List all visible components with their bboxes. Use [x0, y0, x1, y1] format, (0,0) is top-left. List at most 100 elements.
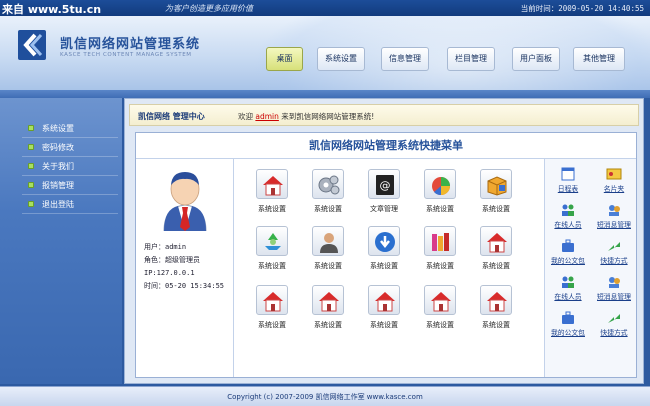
people-icon: [560, 275, 576, 289]
tile-label: 系统设置: [258, 321, 286, 329]
books-icon: [424, 226, 456, 256]
shortcut-tile[interactable]: 系统设置: [300, 285, 356, 337]
shortcut-tile[interactable]: 系统设置: [300, 226, 356, 278]
quick-link[interactable]: 快捷方式: [591, 239, 637, 275]
shortcut-tile[interactable]: 系统设置: [244, 226, 300, 278]
quick-link-label: 快捷方式: [600, 257, 628, 265]
house-icon: [480, 285, 512, 315]
shortcut-tile[interactable]: 系统设置: [300, 169, 356, 221]
welcome-prefix: 欢迎: [238, 112, 253, 121]
username-link[interactable]: admin: [255, 112, 279, 121]
quick-link[interactable]: 在线人员: [545, 203, 591, 239]
user-info: 用户：admin 角色：超级管理员 IP:127.0.0.1 时间：05-20 …: [144, 241, 224, 293]
tile-label: 系统设置: [482, 262, 510, 270]
tile-label: 系统设置: [258, 262, 286, 270]
tile-label: 系统设置: [426, 205, 454, 213]
app-title: 凯信网络网站管理系统: [60, 37, 201, 52]
footer: Copyright (c) 2007-2009 凯信网络工作室 www.kasc…: [0, 386, 650, 406]
nav-user-panel[interactable]: 用户面板: [512, 47, 560, 71]
house-icon: [312, 285, 344, 315]
card-icon: [606, 167, 622, 181]
sidebar-item-about-us[interactable]: 关于我们: [22, 157, 118, 176]
quick-menu-panel: 凯信网络网站管理系统快捷菜单 用户：admin 角色：超级管理员 IP:127.…: [135, 132, 637, 378]
copyright: Copyright (c) 2007-2009 凯信网络工作室 www.kasc…: [227, 393, 423, 401]
message-icon: [606, 275, 622, 289]
tile-label: 系统设置: [314, 262, 342, 270]
welcome-text: 欢迎 admin 来到凯信网络网站管理系统!: [238, 111, 374, 122]
at-book-icon: @: [368, 169, 400, 199]
house-icon: [256, 169, 288, 199]
shortcut-tile[interactable]: 系统设置: [412, 226, 468, 278]
pie-chart-icon: [424, 169, 456, 199]
quick-menu-title: 凯信网络网站管理系统快捷菜单: [136, 133, 636, 159]
quick-link-label: 短消息管理: [597, 293, 631, 301]
shortcut-tile[interactable]: 系统设置: [356, 226, 412, 278]
quick-link[interactable]: 名片夹: [591, 167, 637, 203]
shortcut-tile[interactable]: 系统设置: [356, 285, 412, 337]
shortcut-tile[interactable]: 系统设置: [412, 285, 468, 337]
sidebar-item-label: 系统设置: [42, 124, 74, 133]
house-icon: [424, 285, 456, 315]
breadcrumb: 凯信网络 管理中心 欢迎 admin 来到凯信网络网站管理系统!: [129, 104, 639, 126]
shortcut-icon: [606, 311, 622, 325]
shortcut-tile[interactable]: 系统设置: [468, 169, 524, 221]
sidebar-item-system-settings[interactable]: 系统设置: [22, 119, 118, 138]
shortcut-tile[interactable]: 系统设置: [244, 285, 300, 337]
shortcut-tile[interactable]: 系统设置: [468, 285, 524, 337]
gears-icon: [312, 169, 344, 199]
calendar-icon: [560, 167, 576, 181]
shortcut-tile[interactable]: 系统设置: [412, 169, 468, 221]
download-icon: [368, 226, 400, 256]
nav-column-management[interactable]: 栏目管理: [447, 47, 495, 71]
nav-desktop[interactable]: 桌面: [266, 47, 303, 71]
tile-label: 系统设置: [426, 321, 454, 329]
sidebar-item-label: 报销管理: [42, 181, 74, 190]
shortcut-tile[interactable]: @ 文章管理: [356, 169, 412, 221]
quick-link[interactable]: 我的公文包: [545, 311, 591, 347]
box-icon: [480, 169, 512, 199]
top-bar: 来自 www.5tu.cn 为客户创造更多应用价值 当前时间：2009-05-2…: [0, 0, 650, 16]
header-band: [0, 90, 650, 98]
recycle-icon: [256, 226, 288, 256]
app-subtitle: KASCE TECH CONTENT MANAGE SYSTEM: [60, 52, 192, 58]
user-time: 时间：05-20 15:34:55: [144, 282, 225, 290]
user-info-panel: 用户：admin 角色：超级管理员 IP:127.0.0.1 时间：05-20 …: [136, 159, 234, 377]
tile-label: 系统设置: [482, 321, 510, 329]
house-icon: [256, 285, 288, 315]
svg-text:@: @: [380, 179, 391, 192]
nav-other-management[interactable]: 其他管理: [573, 47, 625, 71]
nav-system-settings[interactable]: 系统设置: [317, 47, 365, 71]
sidebar-item-reimbursement[interactable]: 报销管理: [22, 176, 118, 195]
quick-link[interactable]: 短消息管理: [591, 275, 637, 311]
tile-label: 系统设置: [258, 205, 286, 213]
quick-link-label: 名片夹: [603, 185, 625, 193]
tile-label: 系统设置: [426, 262, 454, 270]
tile-label: 系统设置: [370, 262, 398, 270]
header: 凯信网络网站管理系统 KASCE TECH CONTENT MANAGE SYS…: [0, 16, 650, 90]
house-icon: [480, 226, 512, 256]
quick-link[interactable]: 在线人员: [545, 275, 591, 311]
sidebar-item-change-password[interactable]: 密码修改: [22, 138, 118, 157]
sidebar-item-label: 密码修改: [42, 143, 74, 152]
shortcut-tile[interactable]: 系统设置: [244, 169, 300, 221]
shortcut-tile[interactable]: 系统设置: [468, 226, 524, 278]
quick-link[interactable]: 快捷方式: [591, 311, 637, 347]
sidebar-item-logout[interactable]: 退出登陆: [22, 195, 118, 214]
quick-link[interactable]: 短消息管理: [591, 203, 637, 239]
quick-links-panel: 日程表 名片夹 在线人员 短消息管理 我的公文包 快捷方式 在线人员 短消息管理…: [544, 159, 636, 377]
slogan: 为客户创造更多应用价值: [165, 4, 253, 13]
clock: 当前时间：2009-05-20 14:40:55: [520, 4, 644, 13]
nav-info-management[interactable]: 信息管理: [381, 47, 429, 71]
main-panel: 凯信网络 管理中心 欢迎 admin 来到凯信网络网站管理系统! 凯信网络网站管…: [124, 98, 644, 384]
briefcase-icon: [560, 239, 576, 253]
sidebar-menu: 系统设置 密码修改 关于我们 报销管理 退出登陆: [22, 119, 118, 214]
bullet-icon: [28, 144, 34, 150]
quick-link[interactable]: 日程表: [545, 167, 591, 203]
tile-label: 文章管理: [370, 205, 398, 213]
sidebar-item-label: 关于我们: [42, 162, 74, 171]
sidebar: 系统设置 密码修改 关于我们 报销管理 退出登陆: [0, 98, 122, 384]
quick-link[interactable]: 我的公文包: [545, 239, 591, 275]
user-role: 角色：超级管理员: [144, 256, 200, 264]
tile-label: 系统设置: [314, 321, 342, 329]
user-icon: [312, 226, 344, 256]
